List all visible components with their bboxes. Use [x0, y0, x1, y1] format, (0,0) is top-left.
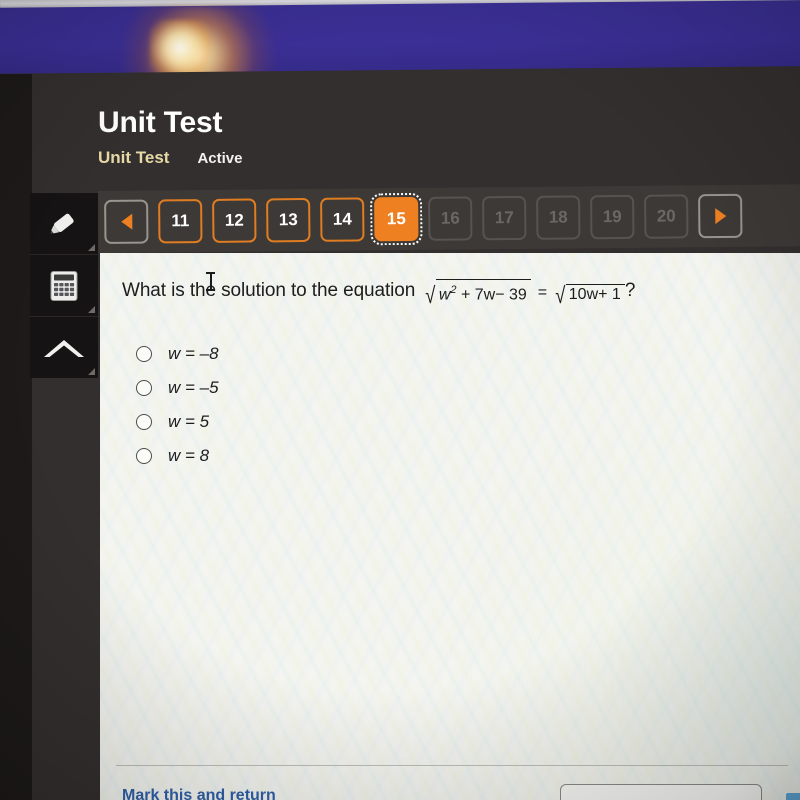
question-prompt: What is the solution to the equation: [122, 280, 416, 302]
pagination-item-16: 16: [428, 196, 473, 241]
pagination-item-11[interactable]: 11: [158, 199, 203, 244]
footer-action-button[interactable]: [560, 784, 762, 800]
chevron-right-icon: [714, 207, 726, 225]
question-block: What is the solution to the equation √ w…: [122, 272, 784, 309]
highlighter-icon: [50, 213, 74, 234]
radio-button-icon[interactable]: [136, 414, 152, 430]
answer-option-label: w = –8: [168, 344, 219, 363]
footer-divider: [116, 765, 788, 766]
status-badge: Active: [197, 150, 243, 167]
pagination-item-15-current[interactable]: 15: [370, 192, 423, 246]
pagination-item-13[interactable]: 13: [266, 197, 311, 243]
page-title: Unit Test: [98, 106, 223, 139]
pagination-item-14[interactable]: 14: [320, 197, 365, 242]
answer-option-3[interactable]: w = 5: [134, 405, 219, 439]
radio-button-icon[interactable]: [136, 346, 152, 362]
radicand-left-variable: w: [438, 286, 451, 304]
subtab-row: Unit Test Active: [98, 148, 698, 168]
radical-left: √ w2 + 7w− 39: [424, 279, 531, 309]
pagination-prev-button[interactable]: [104, 199, 149, 244]
mark-and-return-link[interactable]: Mark this and return: [122, 787, 276, 800]
highlighter-tool[interactable]: [30, 193, 98, 255]
equals-sign: =: [537, 284, 548, 302]
assessment-header: Unit Test Unit Test Active: [98, 106, 698, 168]
pagination-item-18: 18: [536, 195, 581, 240]
question-pagination: 11 12 13 14 15 16 17 18 19 20: [98, 184, 800, 253]
calculator-tool[interactable]: [30, 255, 98, 317]
subtab-unit-test[interactable]: Unit Test: [98, 148, 169, 168]
footer-accent-block: [786, 793, 800, 800]
device-left-edge: [0, 74, 32, 800]
tool-rail: [30, 193, 98, 378]
answer-option-label: w = 5: [168, 412, 210, 431]
radical-sign-icon: √: [425, 282, 436, 309]
radio-button-icon[interactable]: [136, 448, 152, 464]
collapse-tool[interactable]: [30, 317, 98, 378]
photographed-screen: Unit Test Unit Test Active 11 12 13 14 1…: [0, 0, 800, 800]
answer-options: w = –8 w = –5 w = 5 w = 8: [134, 337, 219, 473]
radicand-left-exponent: 2: [450, 284, 457, 296]
question-mark: ?: [624, 280, 636, 302]
answer-option-4[interactable]: w = 8: [134, 439, 219, 473]
tool-corner-indicator: [88, 368, 95, 375]
tool-corner-indicator: [88, 306, 95, 313]
screen-glare-artifact: [220, 293, 800, 800]
radical-sign-icon: √: [555, 282, 566, 309]
screen-moire-artifact: [100, 253, 800, 800]
answer-option-1[interactable]: w = –8: [134, 337, 219, 371]
question-line: What is the solution to the equation √ w…: [122, 279, 784, 309]
text-cursor-ibeam: [206, 271, 215, 293]
answer-option-label: w = –5: [168, 378, 219, 397]
question-panel: What is the solution to the equation √ w…: [100, 253, 800, 800]
answer-option-2[interactable]: w = –5: [134, 371, 219, 405]
radical-right: √ 10w+ 1: [554, 282, 625, 309]
arrow-up-icon: [44, 339, 84, 357]
pagination-item-12[interactable]: 12: [212, 198, 257, 243]
pagination-item-17: 17: [482, 195, 527, 241]
radicand-right: 10w+ 1: [565, 284, 625, 304]
chevron-left-icon: [120, 213, 132, 230]
answer-option-label: w = 8: [168, 446, 210, 465]
radicand-left-rest: + 7w− 39: [460, 286, 527, 304]
pagination-item-20: 20: [644, 194, 689, 239]
calculator-icon: [50, 270, 78, 301]
pagination-item-19: 19: [590, 194, 635, 240]
pagination-next-button[interactable]: [698, 193, 743, 239]
radicand-left: w2 + 7w− 39: [435, 279, 531, 304]
radio-button-icon[interactable]: [136, 380, 152, 396]
equation-expression: √ w2 + 7w− 39 = √ 10w+ 1 ?: [424, 279, 636, 309]
tool-corner-indicator: [88, 244, 95, 251]
radicand-right-value: 10w+ 1: [568, 286, 621, 304]
